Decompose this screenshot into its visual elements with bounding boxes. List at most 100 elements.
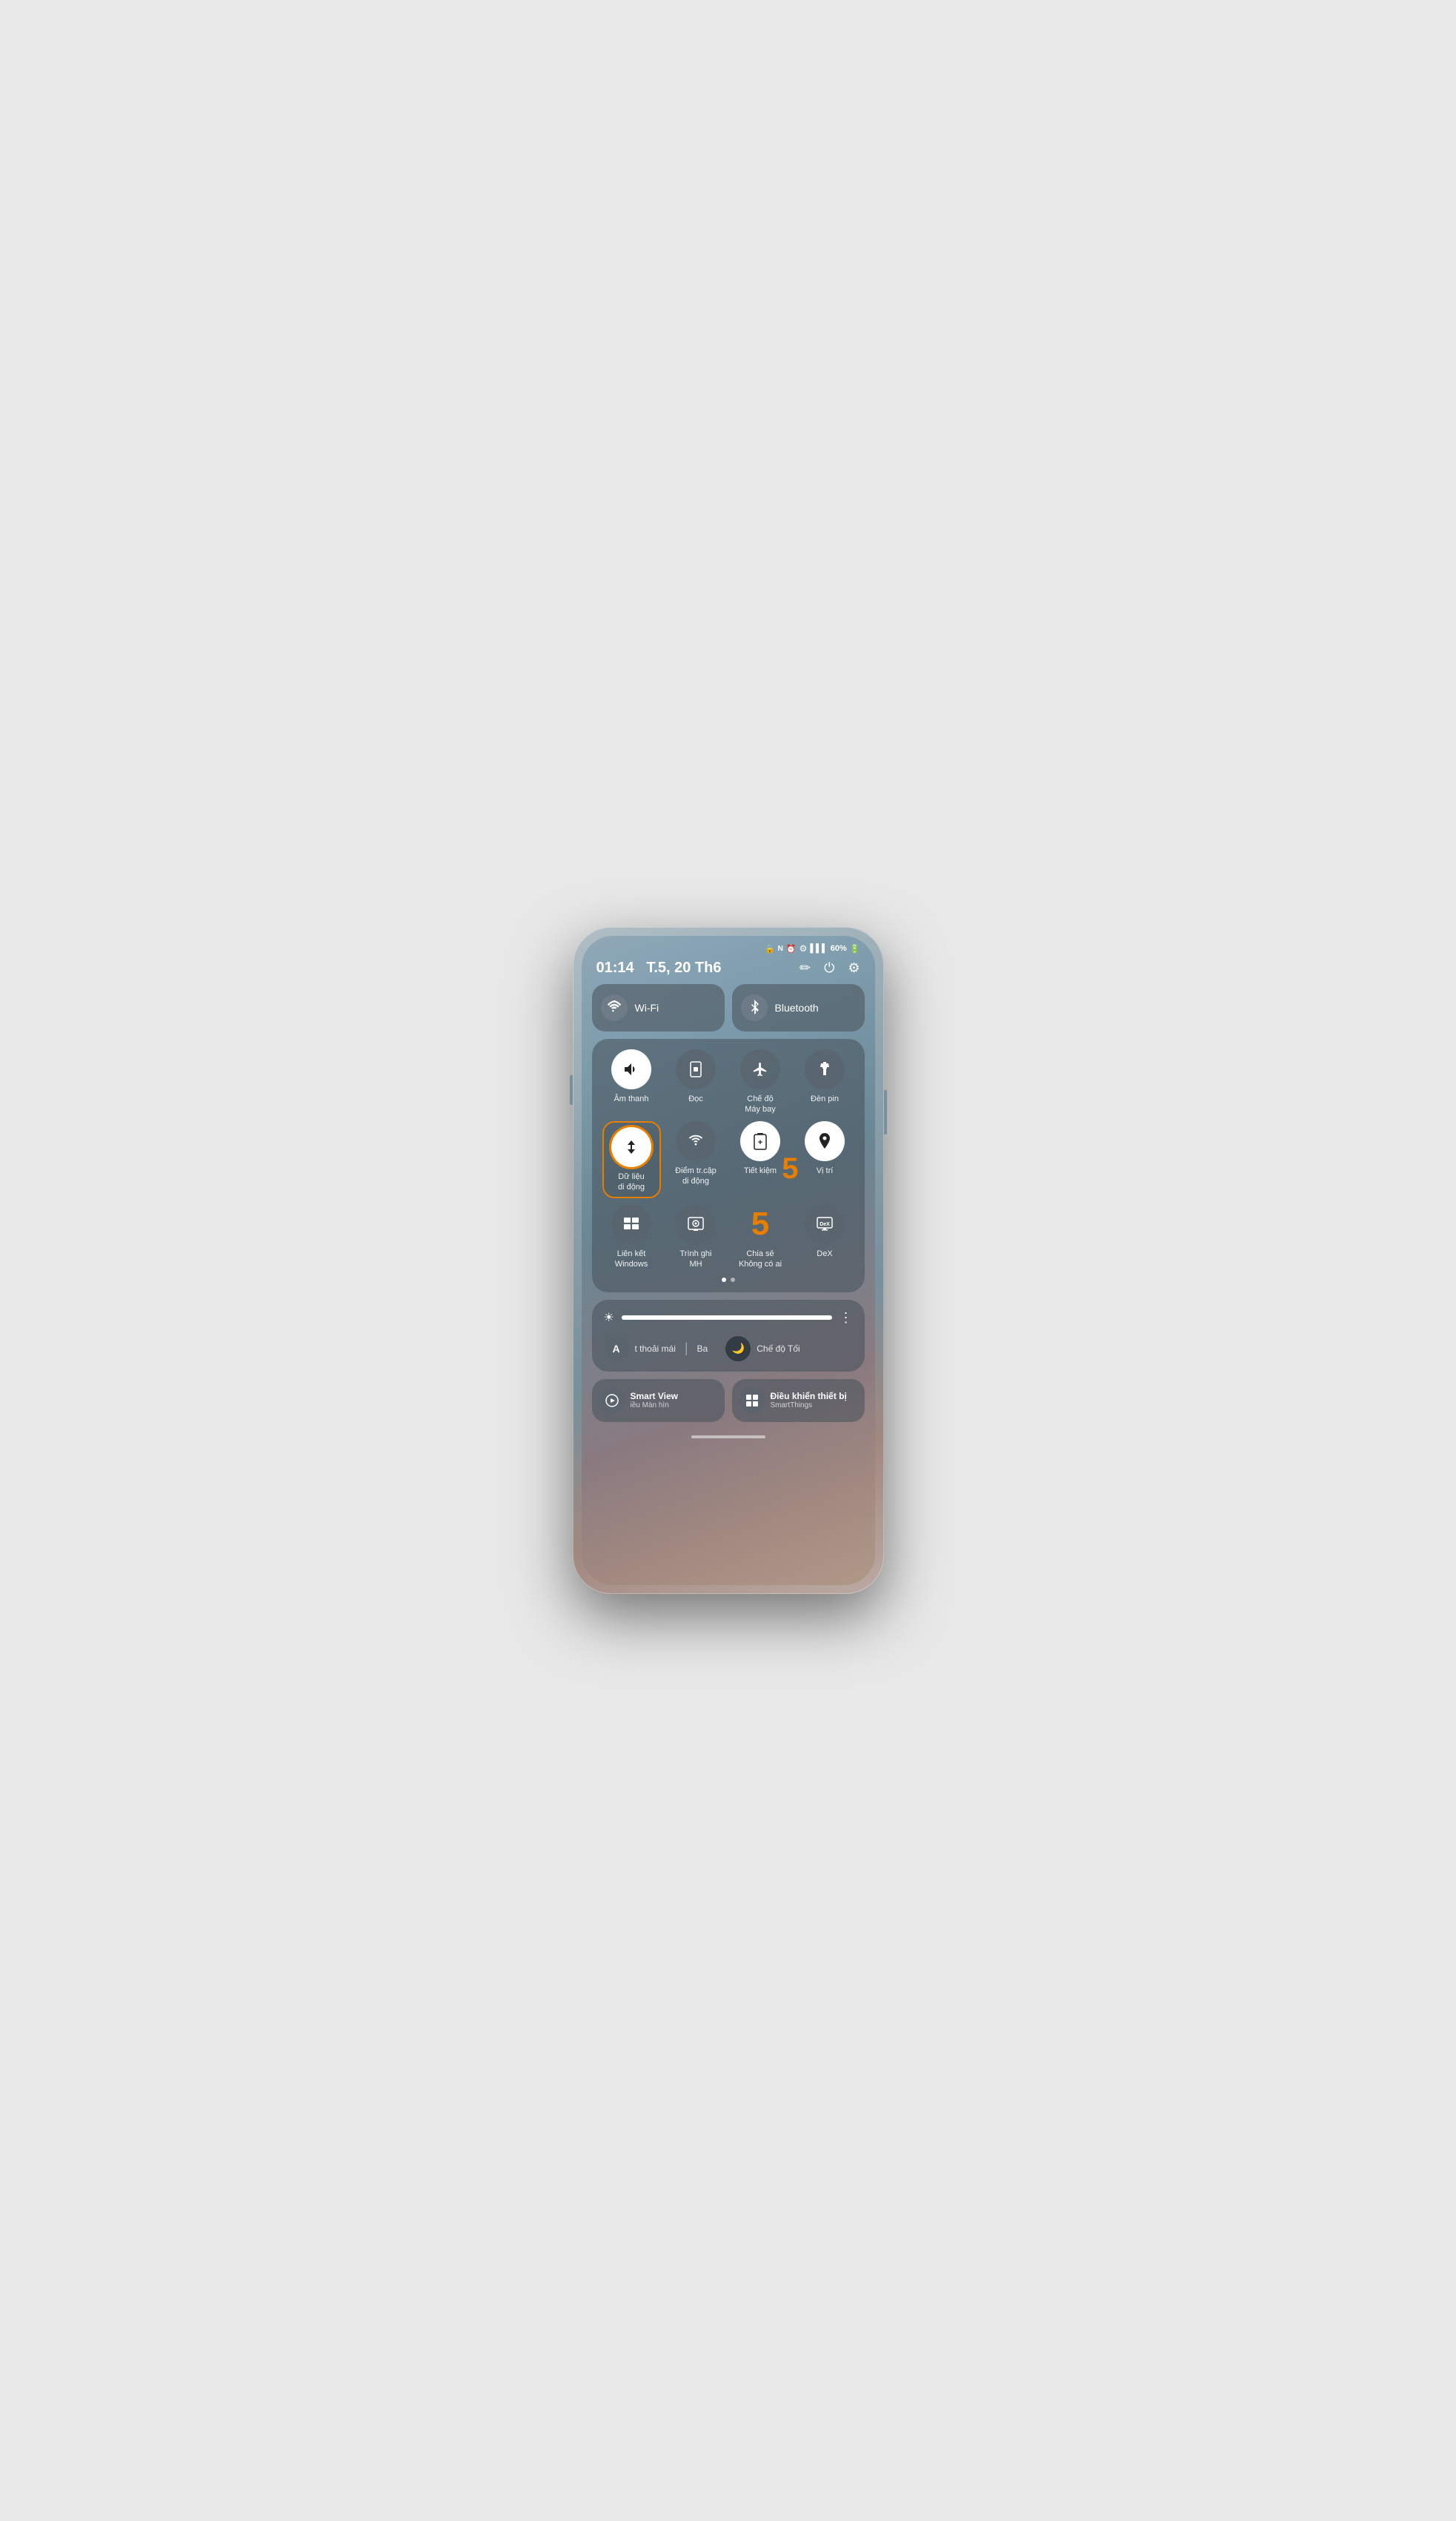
brightness-more-icon[interactable]: ⋮ — [840, 1310, 853, 1326]
home-bar-line — [691, 1435, 765, 1438]
blue-light-btn[interactable]: Ba — [697, 1343, 708, 1354]
tile-am-thanh[interactable]: Âm thanh — [602, 1049, 661, 1115]
dark-mode-icon: 🌙 — [725, 1336, 751, 1361]
smart-view-btn[interactable]: Smart View iều Màn hìn — [592, 1379, 725, 1422]
header: 01:14 T.5, 20 Th6 ✏ ⏻ ⚙ — [582, 957, 875, 984]
dark-mode-label: Chế độ Tối — [757, 1343, 800, 1354]
smart-things-btn[interactable]: Điều khiển thiết bị SmartThings — [732, 1379, 865, 1422]
time-date-display: 01:14 T.5, 20 Th6 — [596, 960, 722, 977]
nfc-icon: 🔒 — [765, 944, 775, 954]
smart-things-text: Điều khiển thiết bị SmartThings — [771, 1391, 847, 1409]
svg-text:DeX: DeX — [820, 1222, 830, 1227]
brightness-slider[interactable] — [622, 1315, 832, 1320]
date-display: T.5, 20 Th6 — [646, 960, 721, 976]
settings-icon: ⚙ — [800, 943, 808, 954]
smart-view-icon — [599, 1388, 625, 1413]
moon-icon: 🌙 — [732, 1342, 745, 1355]
share-icon: 5 — [740, 1204, 780, 1244]
battery-save-label: Tiết kiệm — [744, 1166, 777, 1176]
smart-view-text: Smart View iều Màn hìn — [631, 1391, 678, 1409]
bluetooth-icon-circle — [741, 994, 768, 1021]
volume-button[interactable] — [570, 1075, 573, 1105]
adaptive-label: t thoải mái — [635, 1343, 676, 1354]
dot-2 — [731, 1278, 735, 1282]
bluetooth-toggle[interactable]: Bluetooth — [732, 984, 865, 1032]
doc-label: Đọc — [688, 1094, 703, 1104]
adaptive-brightness-btn[interactable]: A t thoải mái — [604, 1336, 676, 1361]
smart-view-title: Smart View — [631, 1391, 678, 1401]
smart-things-icon — [739, 1388, 765, 1413]
home-bar — [582, 1429, 875, 1443]
brightness-fill — [622, 1315, 702, 1320]
time-display: 01:14 — [596, 960, 634, 976]
bluetooth-label: Bluetooth — [775, 1002, 819, 1014]
airplane-label: Chế độMáy bay — [745, 1094, 776, 1115]
svg-text:+: + — [758, 1138, 762, 1147]
settings-gear-icon[interactable]: ⚙ — [848, 960, 860, 976]
smart-things-title: Điều khiển thiết bị — [771, 1391, 847, 1401]
bottom-buttons: Smart View iều Màn hìn Điều khiển thiết … — [582, 1379, 875, 1429]
brightness-sub-row: A t thoải mái | Ba 🌙 Chế độ Tối — [604, 1336, 853, 1361]
battery-icon: 🔋 — [850, 944, 860, 954]
dot-indicators — [602, 1278, 854, 1282]
location-icon — [805, 1121, 845, 1161]
header-actions: ✏ ⏻ ⚙ — [800, 960, 860, 976]
tile-screen-record[interactable]: Trình ghiMH — [667, 1204, 725, 1270]
adaptive-letter: A — [612, 1343, 619, 1355]
tiles-row-1: Âm thanh Đọc — [602, 1049, 854, 1115]
airplane-icon — [740, 1049, 780, 1089]
blue-light-label: Ba — [697, 1343, 708, 1354]
phone-frame: 🔒 N ⏰ ⚙ ▌▌▌ 60% 🔋 01:14 T.5, 20 Th6 ✏ ⏻ … — [573, 927, 884, 1594]
status-icons: 🔒 N ⏰ ⚙ ▌▌▌ 60% 🔋 — [765, 943, 860, 954]
tiles-panel: Âm thanh Đọc — [592, 1039, 865, 1292]
tile-hotspot[interactable]: Điểm tr.cậpdi động — [667, 1121, 725, 1199]
share-label: Chia sẻKhông có ai — [739, 1249, 782, 1270]
tiles-row-3: Liên kếtWindows Trình ghiMH — [602, 1204, 854, 1270]
share-number: 5 — [751, 1208, 769, 1240]
tile-dex[interactable]: DeX DeX — [796, 1204, 854, 1270]
dark-mode-btn[interactable]: 🌙 Chế độ Tối — [725, 1336, 800, 1361]
tile-battery-save[interactable]: + 5 Tiết kiệm — [731, 1121, 790, 1199]
edit-icon[interactable]: ✏ — [800, 960, 811, 976]
battery-save-icon: + — [740, 1121, 780, 1161]
data-label: Dữ liệudi động — [618, 1172, 645, 1193]
quick-toggles: Wi-Fi Bluetooth — [582, 984, 875, 1032]
link-windows-label: Liên kếtWindows — [615, 1249, 648, 1270]
signal-icon: ▌▌▌ — [810, 944, 827, 953]
tile-location[interactable]: Vị trí — [796, 1121, 854, 1199]
brightness-sun-icon: ☀ — [604, 1310, 614, 1325]
doc-icon — [676, 1049, 716, 1089]
smart-things-sub: SmartThings — [771, 1401, 847, 1409]
location-label: Vị trí — [817, 1166, 834, 1176]
tile-share[interactable]: 5 Chia sẻKhông có ai — [731, 1204, 790, 1270]
am-thanh-icon — [611, 1049, 651, 1089]
smart-view-sub: iều Màn hìn — [631, 1401, 678, 1409]
power-icon[interactable]: ⏻ — [824, 960, 834, 976]
tile-data-wrapper[interactable]: Dữ liệudi động — [602, 1121, 661, 1199]
wifi-toggle[interactable]: Wi-Fi — [592, 984, 725, 1032]
brightness-row: ☀ ⋮ — [604, 1310, 853, 1326]
divider: | — [685, 1341, 688, 1356]
brightness-panel: ☀ ⋮ A t thoải mái | Ba — [592, 1300, 865, 1372]
screen-record-label: Trình ghiMH — [679, 1249, 711, 1270]
hotspot-icon — [676, 1121, 716, 1161]
alarm-icon: ⏰ — [786, 944, 797, 954]
tile-airplane[interactable]: Chế độMáy bay — [731, 1049, 790, 1115]
tile-link-windows[interactable]: Liên kếtWindows — [602, 1204, 661, 1270]
power-button[interactable] — [884, 1090, 887, 1135]
tile-flashlight[interactable]: Đèn pin — [796, 1049, 854, 1115]
tile-doc[interactable]: Đọc — [667, 1049, 725, 1115]
tiles-row-2: Dữ liệudi động Điểm tr.cậpdi động — [602, 1121, 854, 1199]
am-thanh-label: Âm thanh — [614, 1094, 648, 1104]
flashlight-icon — [805, 1049, 845, 1089]
hotspot-label: Điểm tr.cậpdi động — [675, 1166, 717, 1187]
wifi-icon-circle — [601, 994, 628, 1021]
link-windows-icon — [611, 1204, 651, 1244]
battery-indicator: 60% — [831, 944, 847, 953]
status-bar: 🔒 N ⏰ ⚙ ▌▌▌ 60% 🔋 — [582, 936, 875, 957]
nfc-n-icon: N — [778, 945, 783, 953]
dex-label: DeX — [817, 1249, 832, 1259]
dex-icon: DeX — [805, 1204, 845, 1244]
dot-1 — [722, 1278, 726, 1282]
wifi-label: Wi-Fi — [635, 1002, 659, 1014]
